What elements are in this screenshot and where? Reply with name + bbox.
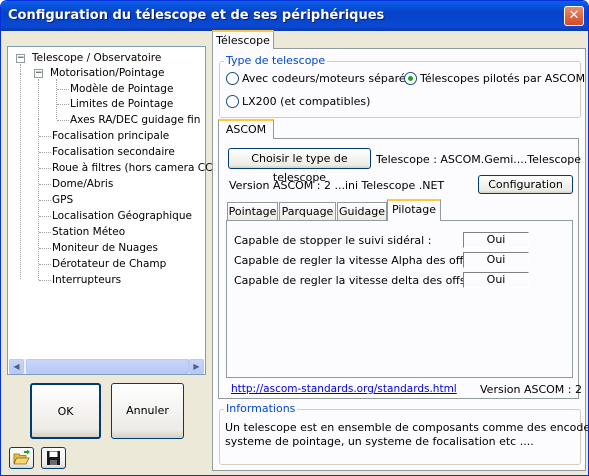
- scroll-left-icon[interactable]: ◀: [9, 359, 24, 374]
- choose-telescope-button[interactable]: Choisir le type de telescope: [228, 148, 371, 184]
- subtab-pilotage[interactable]: Pilotage: [387, 199, 441, 221]
- tab-telescope[interactable]: Télescope: [212, 30, 274, 49]
- radio-ascom[interactable]: [404, 72, 417, 85]
- device-tree[interactable]: − Telescope / Observatoire − Motorisatio…: [7, 46, 225, 375]
- capability-label: Capable de stopper le suivi sidéral :: [234, 234, 432, 247]
- capability-label: Capable de regler la vitesse delta des o…: [234, 274, 490, 287]
- info-text-line: systeme de pointage, un systeme de focal…: [225, 435, 534, 448]
- subtab-parquage[interactable]: Parquage: [279, 202, 336, 220]
- radio-lx200[interactable]: [226, 95, 239, 108]
- window-title: Configuration du télescope et de ses pér…: [8, 8, 385, 23]
- close-button[interactable]: ✕: [564, 6, 584, 26]
- subtab-pointage[interactable]: Pointage: [227, 202, 278, 220]
- tree-item-dome[interactable]: Dome/Abris: [52, 177, 113, 191]
- tree-item-motorisation[interactable]: Motorisation/Pointage: [50, 66, 164, 80]
- capability-value: Oui: [463, 232, 529, 248]
- type-group-box: [219, 61, 581, 118]
- capability-value: Oui: [463, 252, 529, 268]
- tree-item-roue-filtres[interactable]: Roue à filtres (hors camera CCD): [52, 161, 225, 175]
- telescope-tab-panel: Type de telescope Avec codeurs/moteurs s…: [212, 48, 589, 471]
- tree-item-focalisation-secondaire[interactable]: Focalisation secondaire: [52, 145, 175, 159]
- radio-lx200-label[interactable]: LX200 (et compatibles): [242, 95, 370, 108]
- configuration-button[interactable]: Configuration: [478, 175, 573, 194]
- ok-button[interactable]: OK: [30, 383, 101, 439]
- radio-separate-encoders-label[interactable]: Avec codeurs/moteurs séparés: [242, 72, 411, 85]
- tree-item-moniteur-nuages[interactable]: Moniteur de Nuages: [52, 241, 158, 255]
- radio-separate-encoders[interactable]: [226, 72, 239, 85]
- collapse-icon[interactable]: −: [16, 54, 25, 63]
- info-text-line: Un telescope est en ensemble de composan…: [225, 421, 589, 434]
- tree-item-localisation[interactable]: Localisation Géographique: [52, 209, 192, 223]
- pilotage-panel: Capable de stopper le suivi sidéral : Ou…: [226, 220, 573, 378]
- tab-ascom[interactable]: ASCOM: [218, 119, 274, 139]
- ascom-standards-link[interactable]: http://ascom-standards.org/standards.htm…: [231, 383, 457, 395]
- cancel-button[interactable]: Annuler: [111, 383, 184, 439]
- title-bar[interactable]: Configuration du télescope et de ses pér…: [1, 1, 588, 31]
- open-file-button[interactable]: [9, 447, 34, 469]
- tree-item-modele[interactable]: Modèle de Pointage: [70, 82, 173, 96]
- horizontal-scrollbar[interactable]: ◀ ▶: [9, 359, 204, 374]
- subtab-guidage[interactable]: Guidage: [337, 202, 387, 220]
- tree-item-interrupteurs[interactable]: Interrupteurs: [52, 273, 121, 287]
- tree-item-limites[interactable]: Limites de Pointage: [70, 97, 173, 111]
- radio-ascom-label[interactable]: Télescopes pilotés par ASCOM: [420, 72, 585, 85]
- ascom-tab-panel: Choisir le type de telescope Telescope :…: [218, 138, 582, 399]
- telescope-name-text: Telescope : ASCOM.Gemi....Telescope: [376, 153, 581, 166]
- configuration-window: Configuration du télescope et de ses pér…: [0, 0, 589, 476]
- ascom-platform-version: Version ASCOM : 2: [480, 383, 582, 396]
- tree-item-station-meteo[interactable]: Station Méteo: [52, 225, 125, 239]
- capability-label: Capable de regler la vitesse Alpha des o…: [234, 254, 494, 267]
- type-group-label: Type de telescope: [224, 54, 328, 67]
- capability-value: Oui: [463, 272, 529, 288]
- close-icon: ✕: [568, 8, 580, 23]
- ascom-driver-version-text: Version ASCOM : 2 ...ini Telescope .NET: [229, 179, 445, 192]
- info-group-label: Informations: [224, 402, 298, 415]
- tree-item-gps[interactable]: GPS: [52, 193, 73, 207]
- floppy-disk-icon: [47, 451, 60, 465]
- scroll-right-icon[interactable]: ▶: [189, 359, 204, 374]
- scroll-thumb[interactable]: [26, 359, 189, 374]
- tree-item-derotateur[interactable]: Dérotateur de Champ: [52, 257, 166, 271]
- tree-item-focalisation-principale[interactable]: Focalisation principale: [52, 129, 169, 143]
- tree-item-axes[interactable]: Axes RA/DEC guidage fin: [70, 113, 200, 127]
- collapse-icon[interactable]: −: [34, 69, 43, 78]
- tree-item-telescope[interactable]: Telescope / Observatoire: [32, 51, 161, 65]
- save-file-button[interactable]: [41, 447, 66, 469]
- folder-open-icon: [13, 449, 30, 465]
